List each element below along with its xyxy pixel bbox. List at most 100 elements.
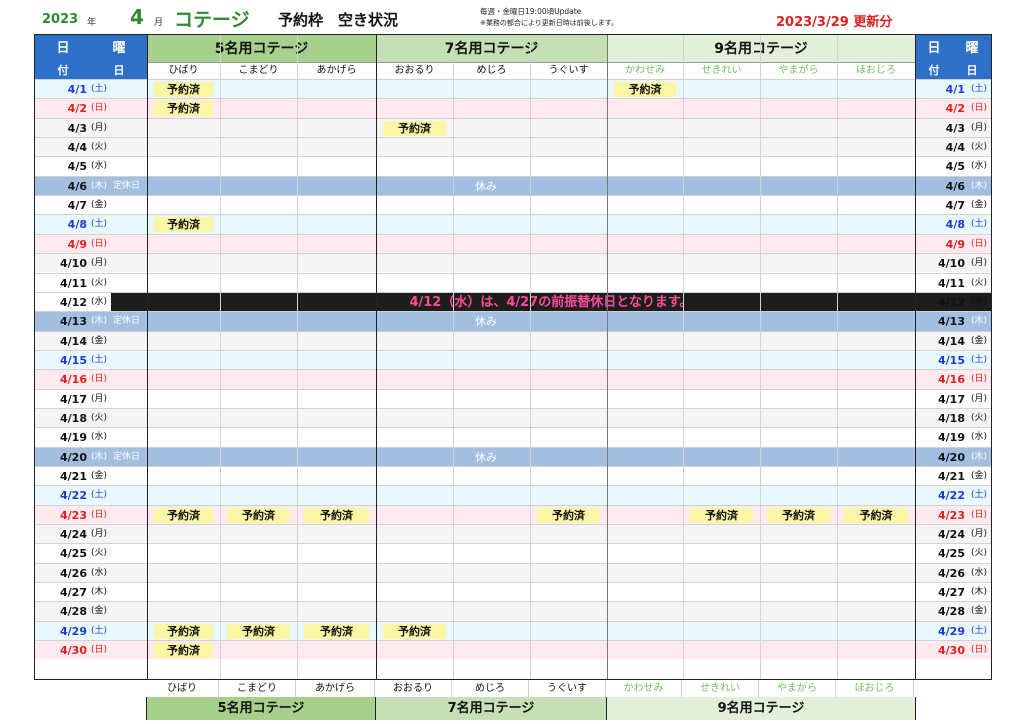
column-divider <box>837 35 838 679</box>
date-label-right: 4/10 <box>938 257 965 271</box>
date-label: 4/9 <box>67 237 87 251</box>
date-label-right: 4/1 <box>945 83 965 96</box>
day-header-date: 日 <box>35 35 91 63</box>
date-label: 4/21 <box>60 470 87 483</box>
day-row: 4/19 (水) 4/19 (水) <box>35 427 991 446</box>
weekday-label-right: (金) <box>970 471 988 481</box>
weekday-label: (水) <box>91 296 108 307</box>
weekday-label-right: (火) <box>970 548 988 559</box>
footer-cottage-name-6: かわせみ <box>606 680 682 697</box>
day-row: 4/10 (月) 4/10 (月) <box>35 253 991 273</box>
weekday-label: (火) <box>91 412 108 423</box>
day-subheader-date: 付 <box>35 63 91 79</box>
weekday-label-right: (日) <box>970 374 988 385</box>
booked-badge: 予約済 <box>154 217 213 233</box>
footer-cottage-name-8: やまがら <box>759 680 836 697</box>
date-label: 4/5 <box>67 160 87 174</box>
day-row: 4/4 (火) 4/4 (火) <box>35 137 991 157</box>
rest-label: 休み <box>475 315 497 329</box>
day-row: 4/9 (日) 4/9 (日) <box>35 233 991 254</box>
date-label-right: 4/15 <box>938 353 965 367</box>
date-label: 4/2 <box>67 102 87 116</box>
booked-badge: 予約済 <box>154 623 213 639</box>
day-row: 4/2 (日) 4/2 (日) 予約済 <box>35 98 991 118</box>
booked-badge: 予約済 <box>844 507 908 523</box>
day-header-left: 日 曜 付 日 <box>35 35 147 79</box>
booked-badge: 予約済 <box>154 507 213 523</box>
weekday-label-right: (木) <box>970 587 988 598</box>
cottage-name-8: やまがら <box>778 65 819 76</box>
booked-badge: 予約済 <box>304 623 369 639</box>
date-label: 4/13 <box>60 315 87 329</box>
booked-badge: 予約済 <box>690 507 753 523</box>
date-label: 4/17 <box>60 392 87 406</box>
cottage-name-6: かわせみ <box>625 65 665 76</box>
weekday-label: (金) <box>91 335 108 346</box>
day-subheader-date-right: 付 <box>915 63 953 79</box>
update-note: 毎週・金曜日19:00頃Update <box>480 7 582 16</box>
day-row: 4/30 (日) 4/30 (日) 予約済 <box>35 640 991 660</box>
booked-badge: 予約済 <box>154 643 213 659</box>
day-header-date-right: 日 <box>915 35 953 63</box>
weekday-label-right: (水) <box>970 161 988 172</box>
day-row: 4/23 (日) 4/23 (日) 予約済 予約済 予約済 予約済 予約済 予約済 予約済 <box>35 504 991 525</box>
day-row: 4/12（水）は、4/27の前振替休日となります。 4/12 (水) 4/12 (水) <box>35 291 991 312</box>
day-row: 4/15 (土) 4/15 (土) <box>35 349 991 370</box>
weekday-label-right: (木) <box>970 451 988 462</box>
date-label: 4/23 <box>60 508 87 522</box>
date-label-right: 4/24 <box>938 528 965 542</box>
date-label: 4/12 <box>60 295 87 309</box>
footer-cottage-name-4: めじろ <box>452 680 529 697</box>
weekday-label-right: (土) <box>970 625 988 636</box>
weekday-label-right: (金) <box>970 335 988 346</box>
closed-day-label: 定休日 <box>113 316 141 327</box>
weekday-label-right: (日) <box>970 103 988 114</box>
date-label-right: 4/21 <box>938 470 965 483</box>
cottage-name-1: こまどり <box>238 65 279 76</box>
footer-cottage-name-3: おおるり <box>375 680 452 697</box>
day-row: 4/27 (木) 4/27 (木) <box>35 582 991 601</box>
cottage-name-3: おおるり <box>394 65 435 76</box>
footer-cottage-name-0: ひばり <box>146 680 219 697</box>
weekday-label-right: (水) <box>970 296 988 307</box>
weekday-label: (月) <box>91 393 108 404</box>
cottage-name-9: ほおじろ <box>856 65 896 76</box>
weekday-label: (土) <box>91 219 108 230</box>
weekday-label: (木) <box>91 587 108 598</box>
date-label: 4/3 <box>67 121 87 135</box>
column-divider <box>376 35 377 679</box>
weekday-label: (日) <box>91 645 108 656</box>
date-label-right: 4/26 <box>938 566 965 580</box>
day-row: 定休日 休み 4/6 (木) 4/6 (木) <box>35 175 991 196</box>
weekday-label-right: (木) <box>970 180 988 191</box>
date-label-right: 4/25 <box>938 547 965 561</box>
weekday-label-right: (土) <box>970 219 988 230</box>
month-suffix: 月 <box>154 18 164 28</box>
booked-badge: 予約済 <box>383 120 446 136</box>
date-label: 4/25 <box>60 547 87 561</box>
day-subheader-weekday-right: 日 <box>953 63 991 79</box>
day-row: 4/3 (月) 4/3 (月) 予約済 <box>35 117 991 138</box>
closed-day-label: 定休日 <box>113 451 141 462</box>
date-label: 4/11 <box>60 276 87 290</box>
footer-cottage-name-2: あかげら <box>296 680 375 697</box>
cottage-name-0: ひばり <box>168 65 199 76</box>
day-row: 4/28 (金) 4/28 (金) <box>35 601 991 621</box>
day-row: 4/24 (月) 4/24 (月) <box>35 524 991 544</box>
booked-badge: 予約済 <box>614 82 676 97</box>
availability-table: 日 曜 付 日 日 曜 付 日 5名用コテージ 7名用コテージ 9名用コテージ … <box>34 34 992 680</box>
date-label: 4/4 <box>67 141 87 155</box>
footer-group-7: 7名用コテージ <box>375 697 606 720</box>
date-label: 4/22 <box>60 489 87 503</box>
date-label-right: 4/22 <box>938 489 965 503</box>
update-disclaimer: ※業務の都合により更新日時は前後します。 <box>480 19 619 27</box>
footer-cottage-name-7: せきれい <box>682 680 759 697</box>
cottage-name-5: うぐいす <box>548 65 589 76</box>
column-divider <box>147 35 148 679</box>
column-divider <box>220 35 221 679</box>
day-row: 4/5 (水) 4/5 (水) <box>35 156 991 175</box>
weekday-label-right: (月) <box>970 393 988 404</box>
day-row: 4/1 (土) 4/1 (土) 予約済 予約済 <box>35 79 991 99</box>
year-suffix: 年 <box>87 18 97 28</box>
rest-label: 休み <box>475 450 497 464</box>
